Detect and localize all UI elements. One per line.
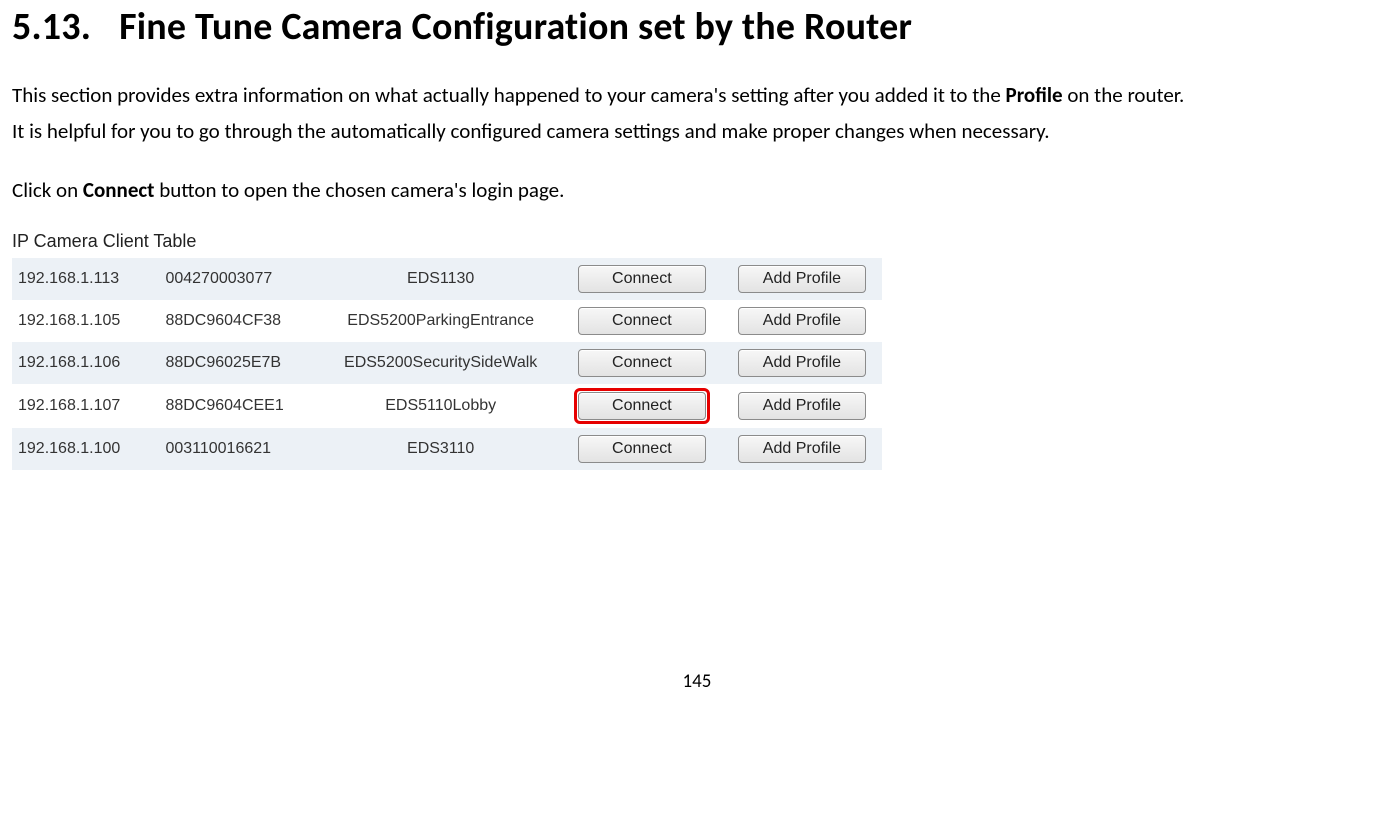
cell-mac: 88DC96025E7B — [159, 342, 319, 384]
cell-camera-name: EDS3110 — [320, 428, 562, 470]
cell-add-profile: Add Profile — [722, 258, 882, 300]
table-row: 192.168.1.10788DC9604CEE1EDS5110Lobby Con… — [12, 384, 882, 428]
connect-highlight: Connect — [574, 388, 710, 424]
cell-camera-name: EDS5200ParkingEntrance — [320, 300, 562, 342]
cell-mac: 88DC9604CF38 — [159, 300, 319, 342]
intro-paragraph-2: It is helpful for you to go through the … — [12, 116, 1382, 146]
cell-mac: 88DC9604CEE1 — [159, 384, 319, 428]
section-heading: 5.13. Fine Tune Camera Configuration set … — [12, 4, 1382, 50]
cell-add-profile: Add Profile — [722, 428, 882, 470]
instruction-paragraph: Click on Connect button to open the chos… — [12, 175, 1382, 205]
table-row: 192.168.1.113004270003077EDS1130 Connect A… — [12, 258, 882, 300]
connect-button[interactable]: Connect — [578, 392, 706, 420]
cell-camera-name: EDS5200SecuritySideWalk — [320, 342, 562, 384]
connect-bold: Connect — [83, 177, 155, 203]
connect-button[interactable]: Connect — [578, 435, 706, 463]
add-profile-button[interactable]: Add Profile — [738, 307, 866, 335]
cell-ip: 192.168.1.106 — [12, 342, 159, 384]
cell-add-profile: Add Profile — [722, 300, 882, 342]
cell-connect: Connect — [562, 384, 722, 428]
table-title: IP Camera Client Table — [12, 231, 882, 252]
intro-paragraph-1: This section provides extra information … — [12, 80, 1382, 110]
cell-mac: 004270003077 — [159, 258, 319, 300]
connect-button[interactable]: Connect — [578, 307, 706, 335]
cell-ip: 192.168.1.100 — [12, 428, 159, 470]
cell-add-profile: Add Profile — [722, 384, 882, 428]
cell-ip: 192.168.1.107 — [12, 384, 159, 428]
cell-add-profile: Add Profile — [722, 342, 882, 384]
cell-connect: Connect — [562, 258, 722, 300]
add-profile-button[interactable]: Add Profile — [738, 392, 866, 420]
profile-bold: Profile — [1006, 82, 1063, 108]
cell-camera-name: EDS1130 — [320, 258, 562, 300]
cell-mac: 003110016621 — [159, 428, 319, 470]
table-row: 192.168.1.10688DC96025E7BEDS5200Security… — [12, 342, 882, 384]
table-row: 192.168.1.10588DC9604CF38EDS5200ParkingE… — [12, 300, 882, 342]
table-row: 192.168.1.100003110016621EDS3110 Connect A… — [12, 428, 882, 470]
cell-connect: Connect — [562, 428, 722, 470]
cell-camera-name: EDS5110Lobby — [320, 384, 562, 428]
section-number: 5.13. — [12, 4, 91, 50]
section-title: Fine Tune Camera Configuration set by th… — [119, 4, 912, 50]
cell-connect: Connect — [562, 342, 722, 384]
add-profile-button[interactable]: Add Profile — [738, 265, 866, 293]
cell-ip: 192.168.1.105 — [12, 300, 159, 342]
camera-table: 192.168.1.113004270003077EDS1130 Connect A… — [12, 258, 882, 470]
ip-camera-client-table: IP Camera Client Table 192.168.1.1130042… — [12, 231, 882, 470]
add-profile-button[interactable]: Add Profile — [738, 349, 866, 377]
connect-button[interactable]: Connect — [578, 265, 706, 293]
connect-button[interactable]: Connect — [578, 349, 706, 377]
page-number: 145 — [12, 670, 1382, 693]
cell-ip: 192.168.1.113 — [12, 258, 159, 300]
add-profile-button[interactable]: Add Profile — [738, 435, 866, 463]
cell-connect: Connect — [562, 300, 722, 342]
